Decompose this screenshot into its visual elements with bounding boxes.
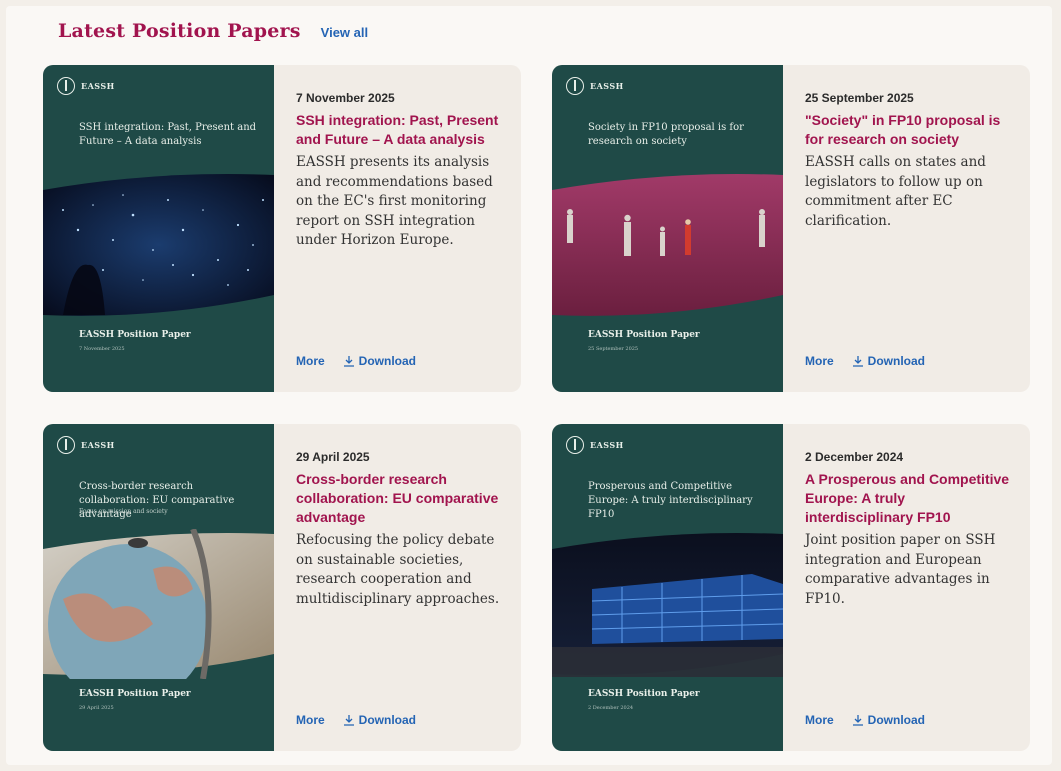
download-label: Download [867,713,925,727]
paper-date: 29 April 2025 [296,450,370,464]
paper-cover-image[interactable]: EASSH Society in FP10 proposal is for re… [552,65,783,392]
cover-logo: EASSH [57,436,115,454]
paper-info: 7 November 2025 SSH integration: Past, P… [274,65,521,392]
paper-actions: More Download [805,713,925,727]
eassh-logo-icon [57,77,75,95]
paper-date: 7 November 2025 [296,91,395,105]
cover-footer-date: 2 December 2024 [588,705,634,711]
eassh-logo-icon [57,436,75,454]
cover-photo-globe [43,529,274,679]
download-label: Download [358,713,416,727]
cover-footer-title: EASSH Position Paper [79,330,191,340]
cover-logo: EASSH [566,436,624,454]
cover-footer-title: EASSH Position Paper [79,689,191,699]
cover-title: Cross-border research collaboration: EU … [79,481,235,520]
paper-actions: More Download [296,713,416,727]
cover-photo-building [552,533,783,677]
cover-footer-date: 7 November 2025 [79,346,125,352]
download-icon [852,715,863,726]
paper-actions: More Download [805,354,925,368]
paper-card: EASSH Society in FP10 proposal is for re… [552,65,1030,392]
section-header: Latest Position Papers View all [58,20,368,42]
eassh-logo-icon [566,436,584,454]
paper-info: 25 September 2025 "Society" in FP10 prop… [783,65,1030,392]
cover-logo-text: EASSH [81,81,115,91]
cover-photo-figures [552,174,783,316]
cover-logo-text: EASSH [590,81,624,91]
more-link[interactable]: More [296,354,325,368]
paper-description: EASSH presents its analysis and recommen… [296,154,493,248]
more-link[interactable]: More [805,354,834,368]
cover-logo: EASSH [566,77,624,95]
paper-date: 2 December 2024 [805,450,904,464]
cover-footer-title: EASSH Position Paper [588,330,700,340]
cover-title: Prosperous and Competitive Europe: A tru… [588,481,753,520]
paper-info: 29 April 2025 Cross-border research coll… [274,424,521,751]
download-link[interactable]: Download [852,713,925,727]
paper-date: 25 September 2025 [805,91,914,105]
section-title: Latest Position Papers [58,20,301,42]
cover-photo-stars [43,174,274,316]
cover-logo-text: EASSH [81,440,115,450]
paper-cover-image[interactable]: EASSH Cross-border research collaboratio… [43,424,274,751]
download-icon [852,356,863,367]
eassh-logo-icon [566,77,584,95]
cover-footer-title: EASSH Position Paper [588,689,700,699]
download-link[interactable]: Download [852,354,925,368]
paper-description: Refocusing the policy debate on sustaina… [296,532,500,607]
paper-card: EASSH Prosperous and Competitive Europe:… [552,424,1030,751]
paper-info: 2 December 2024 A Prosperous and Competi… [783,424,1030,751]
paper-title-link[interactable]: SSH integration: Past, Present and Futur… [296,111,501,149]
more-link[interactable]: More [296,713,325,727]
cover-logo: EASSH [57,77,115,95]
paper-actions: More Download [296,354,416,368]
paper-title-link[interactable]: "Society" in FP10 proposal is for resear… [805,111,1010,149]
download-link[interactable]: Download [343,354,416,368]
download-label: Download [358,354,416,368]
download-icon [343,715,354,726]
paper-card: EASSH SSH integration: Past, Present and… [43,65,521,392]
paper-description: EASSH calls on states and legislators to… [805,154,986,229]
paper-cover-image[interactable]: EASSH Prosperous and Competitive Europe:… [552,424,783,751]
view-all-link[interactable]: View all [321,25,368,40]
download-label: Download [867,354,925,368]
paper-card: EASSH Cross-border research collaboratio… [43,424,521,751]
cover-title: SSH integration: Past, Present and Futur… [79,122,257,147]
download-icon [343,356,354,367]
more-link[interactable]: More [805,713,834,727]
cover-logo-text: EASSH [590,440,624,450]
paper-title-link[interactable]: A Prosperous and Competitive Europe: A t… [805,470,1010,527]
paper-cover-image[interactable]: EASSH SSH integration: Past, Present and… [43,65,274,392]
cover-footer-date: 25 September 2025 [588,346,639,352]
download-link[interactable]: Download [343,713,416,727]
paper-title-link[interactable]: Cross-border research collaboration: EU … [296,470,501,527]
cover-title: Society in FP10 proposal is for research… [588,122,744,147]
cover-subtitle: Focus on mission and society [79,508,168,515]
paper-description: Joint position paper on SSH integration … [805,532,996,607]
cover-footer-date: 29 April 2025 [79,705,114,711]
